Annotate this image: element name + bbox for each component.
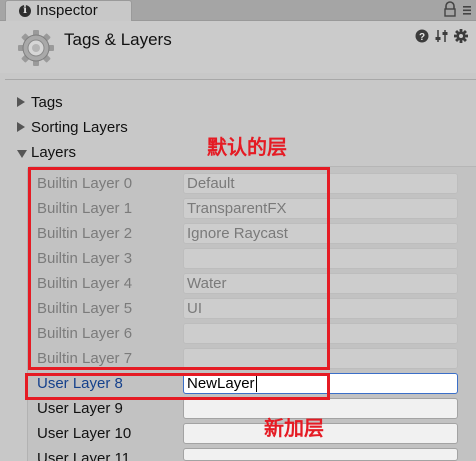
preset-sliders-icon[interactable] [435, 29, 449, 43]
layer-label: Builtin Layer 7 [37, 350, 133, 367]
layer-label: Builtin Layer 3 [37, 250, 133, 267]
layer-name-field [183, 323, 458, 344]
layer-label: Builtin Layer 6 [37, 325, 133, 342]
header-divider [5, 79, 476, 80]
layer-label: Builtin Layer 5 [37, 300, 133, 317]
layer-label: Builtin Layer 2 [37, 225, 133, 242]
layer-name-field: Ignore Raycast [183, 223, 458, 244]
annotation-new-layer: 新加层 [264, 416, 324, 440]
layer-name-field: UI [183, 298, 458, 319]
layer-label: Builtin Layer 0 [37, 175, 133, 192]
layer-name-field: Default [183, 173, 458, 194]
layer-label: Builtin Layer 4 [37, 275, 133, 292]
settings-gear-icon [18, 30, 54, 66]
foldout-sorting-layers[interactable]: Sorting Layers [17, 118, 147, 138]
settings-gear-small-icon[interactable] [454, 29, 468, 43]
layer-name-field[interactable] [183, 448, 458, 461]
layer-label: User Layer 11 [37, 450, 131, 461]
tab-label: Inspector [36, 2, 98, 19]
foldout-label: Sorting Layers [31, 119, 128, 136]
lock-icon[interactable] [443, 1, 457, 18]
foldout-layers[interactable]: Layers [17, 143, 97, 163]
page-title: Tags & Layers [64, 30, 172, 49]
layer-name-field [183, 348, 458, 369]
layer-label: User Layer 9 [37, 400, 123, 417]
layer-label: User Layer 10 [37, 425, 132, 442]
inspector-header: Tags & Layers ? [0, 21, 476, 73]
tab-menu-icon[interactable] [462, 3, 472, 17]
layer-name-field: Water [183, 273, 458, 294]
chevron-right-icon [17, 122, 25, 132]
foldout-label: Layers [31, 144, 77, 161]
layer-name-field: TransparentFX [183, 198, 458, 219]
layer-label: Builtin Layer 1 [37, 200, 133, 217]
layer-name-field [183, 248, 458, 269]
layer-name-text: NewLayer [187, 375, 255, 392]
info-icon: i [19, 5, 31, 17]
tab-inspector[interactable]: i Inspector [5, 0, 132, 22]
foldout-tags[interactable]: Tags [17, 93, 97, 113]
header-actions: ? [413, 29, 471, 45]
svg-text:?: ? [419, 32, 425, 43]
help-icon[interactable]: ? [415, 29, 429, 43]
tab-bar: i Inspector [0, 0, 476, 22]
layer-label: User Layer 8 [37, 375, 123, 392]
layer-name-field[interactable]: NewLayer [183, 373, 458, 394]
chevron-down-icon [17, 150, 27, 158]
annotation-default-layers: 默认的层 [207, 135, 287, 159]
foldout-label: Tags [31, 94, 63, 111]
text-caret [255, 376, 257, 393]
chevron-right-icon [17, 97, 25, 107]
